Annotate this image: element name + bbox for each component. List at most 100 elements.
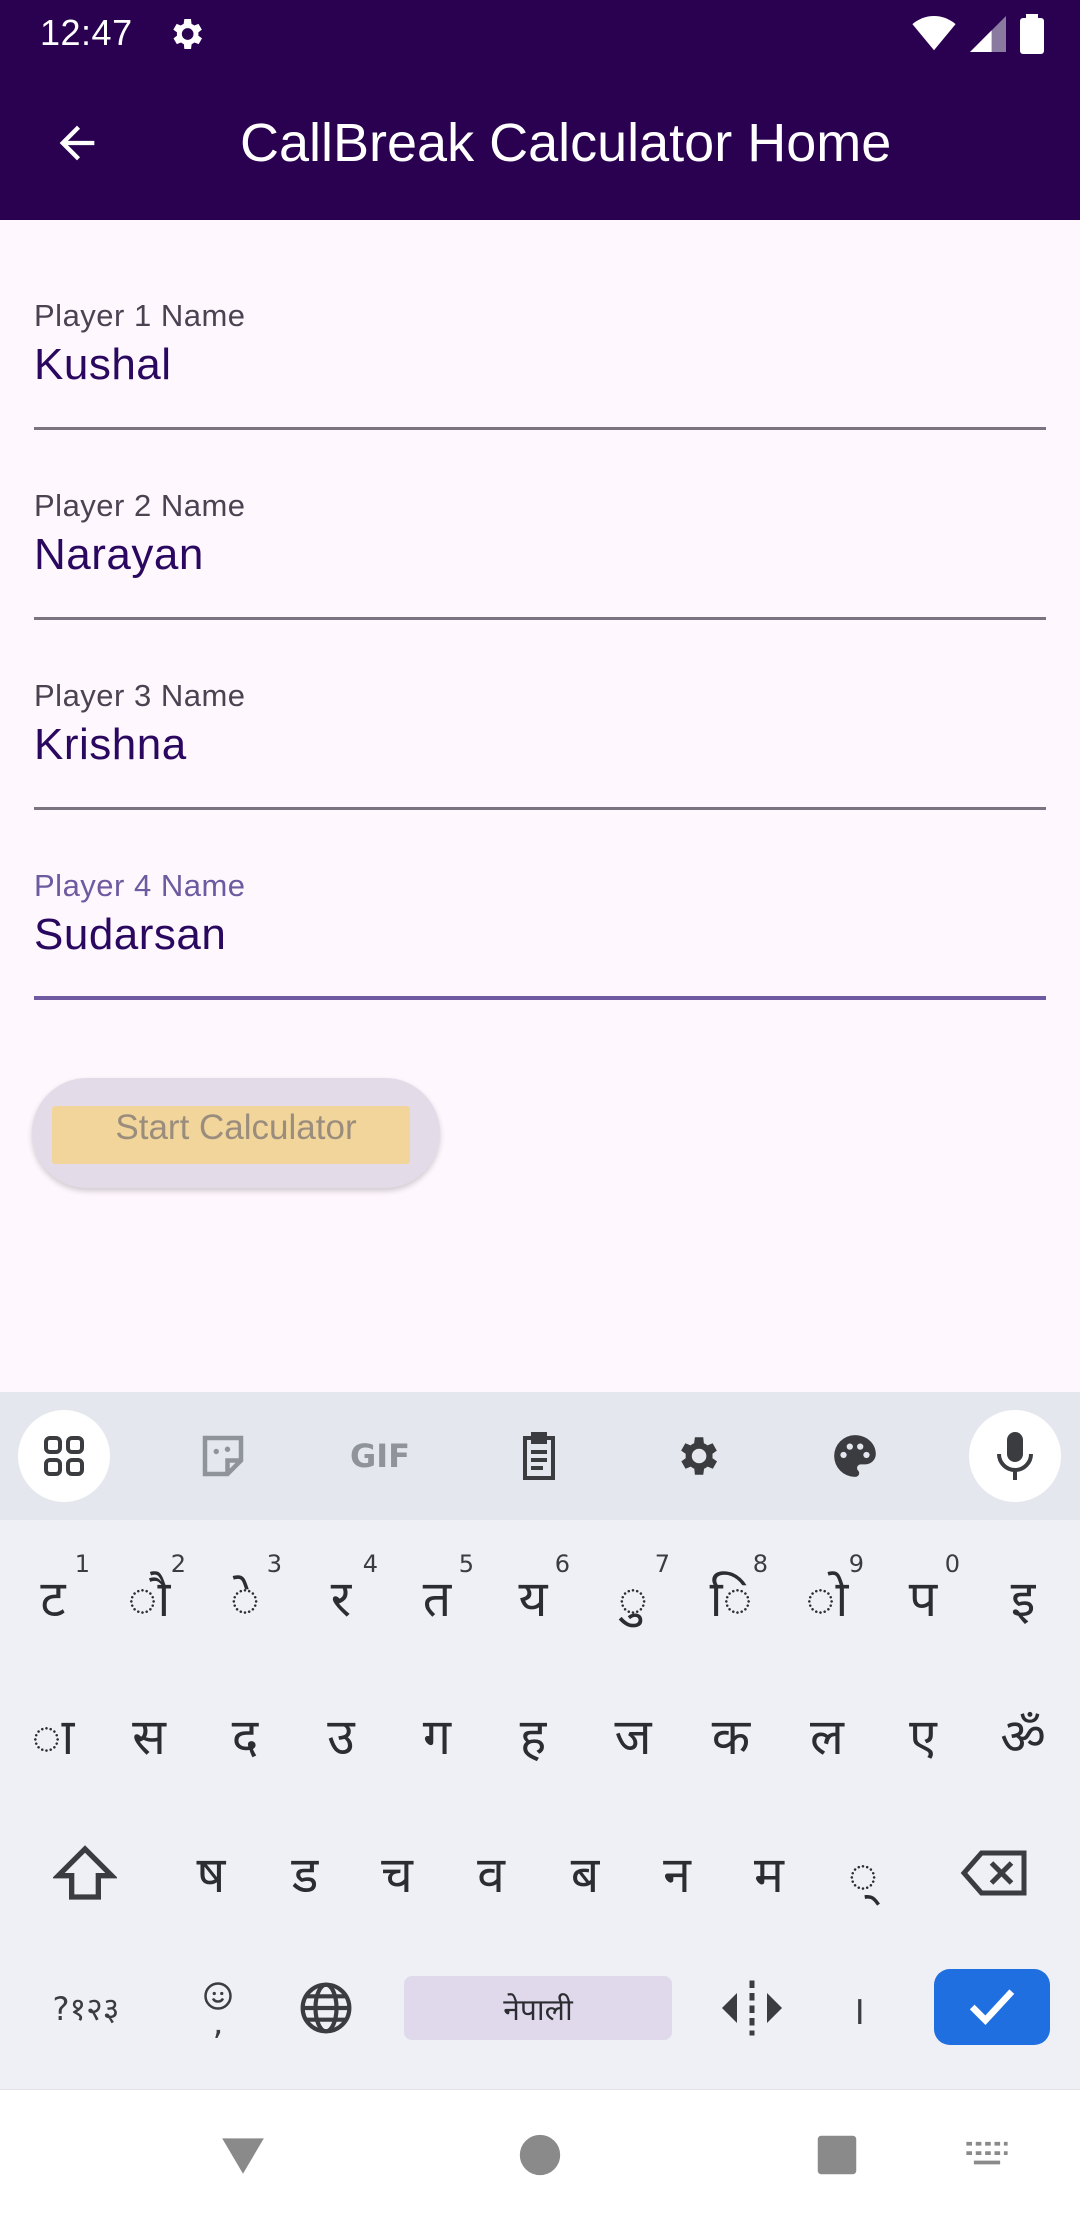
key-hint: 1 (74, 1550, 90, 1578)
key-row1-7[interactable]: ु 7 (588, 1542, 678, 1652)
key-row2-6[interactable]: ह (488, 1680, 578, 1790)
key-row1-6[interactable]: य6 (488, 1542, 578, 1652)
key-hint: 4 (362, 1550, 378, 1578)
player-1-name-field[interactable]: Player 1 Name Kushal (34, 270, 1046, 430)
nav-recents-button[interactable] (792, 2110, 882, 2200)
key-row2-2[interactable]: स (104, 1680, 194, 1790)
key-row3-8[interactable]: ् (818, 1818, 908, 1928)
symbols-key[interactable]: ?१२३ (36, 1976, 136, 2040)
key-row2-4[interactable]: उ (296, 1680, 386, 1790)
field-label: Player 2 Name (34, 488, 246, 523)
key-row1-4[interactable]: र4 (296, 1542, 386, 1652)
clipboard-button[interactable] (493, 1410, 585, 1502)
key-char: प (908, 1570, 938, 1628)
space-key[interactable]: नेपाली (404, 1976, 672, 2040)
cursor-control-key[interactable] (712, 1968, 792, 2048)
field-label: Player 3 Name (34, 678, 246, 713)
theme-button[interactable] (809, 1410, 901, 1502)
key-row1-10[interactable]: प0 (878, 1542, 968, 1652)
gif-button[interactable]: GIF (334, 1410, 426, 1502)
field-value[interactable]: Krishna (34, 720, 187, 770)
key-hint: 6 (554, 1550, 570, 1578)
key-char: ो (805, 1570, 849, 1628)
key-row3-7[interactable]: म (724, 1818, 814, 1928)
key-row2-10[interactable]: ए (878, 1680, 968, 1790)
nav-home-button[interactable] (495, 2110, 585, 2200)
keyboard-switch-button[interactable] (942, 2110, 1032, 2200)
apps-grid-button[interactable] (18, 1410, 110, 1502)
app-bar: CallBreak Calculator Home (0, 66, 1080, 220)
language-key[interactable] (286, 1968, 366, 2048)
checkmark-icon (969, 1989, 1015, 2025)
square-recents-icon (817, 2135, 857, 2175)
emoji-comma-key[interactable]: , (178, 1968, 258, 2048)
key-row3-6[interactable]: न (632, 1818, 722, 1928)
triangle-back-icon (222, 2138, 264, 2174)
enter-key[interactable] (934, 1969, 1050, 2045)
keyboard-settings-button[interactable] (651, 1410, 743, 1502)
field-label: Player 1 Name (34, 298, 246, 333)
key-char: ौ (127, 1570, 171, 1628)
field-value[interactable]: Narayan (34, 530, 204, 580)
key-hint: 3 (266, 1550, 282, 1578)
key-row3-4[interactable]: व (446, 1818, 536, 1928)
key-row2-5[interactable]: ग (392, 1680, 482, 1790)
nav-back-button[interactable] (198, 2110, 288, 2200)
key-char: य (518, 1570, 548, 1628)
key-row2-11[interactable]: ॐ (978, 1680, 1068, 1790)
start-calculator-label: Start Calculator (115, 1108, 357, 1147)
player-2-name-field[interactable]: Player 2 Name Narayan (34, 460, 1046, 620)
key-row1-8[interactable]: ि 8 (686, 1542, 776, 1652)
key-hint: 0 (944, 1550, 960, 1578)
microphone-icon (997, 1432, 1033, 1480)
voice-input-button[interactable] (969, 1410, 1061, 1502)
key-row1-1[interactable]: ट1 (8, 1542, 98, 1652)
comma-char: , (212, 2003, 224, 2043)
key-hint: 2 (170, 1550, 186, 1578)
key-row1-2[interactable]: ौ 2 (104, 1542, 194, 1652)
key-row2-7[interactable]: ज (588, 1680, 678, 1790)
player-4-name-field[interactable]: Player 4 Name Sudarsan (34, 840, 1046, 1000)
player-3-name-field[interactable]: Player 3 Name Krishna (34, 650, 1046, 810)
key-row3-2[interactable]: ड (260, 1818, 350, 1928)
back-button[interactable] (40, 106, 114, 180)
start-calculator-button[interactable]: Start Calculator (32, 1078, 440, 1188)
key-row1-11[interactable]: इ (978, 1542, 1068, 1652)
globe-icon (300, 1982, 352, 2034)
status-bar: 12:47 (0, 0, 1080, 66)
status-icons (912, 14, 1044, 54)
key-hint: 5 (458, 1550, 474, 1578)
grid-icon (44, 1436, 84, 1476)
key-row3-3[interactable]: च (352, 1818, 442, 1928)
key-row1-3[interactable]: े 3 (200, 1542, 290, 1652)
key-row2-3[interactable]: द (200, 1680, 290, 1790)
danda-key[interactable]: । (818, 1968, 898, 2048)
key-row1-9[interactable]: ो 9 (782, 1542, 872, 1652)
page-title: CallBreak Calculator Home (240, 113, 892, 173)
shift-icon (53, 1845, 117, 1900)
key-char: इ (1010, 1570, 1036, 1628)
key-char: त (422, 1570, 452, 1628)
arrow-left-icon (59, 125, 95, 161)
circle-home-icon (519, 2134, 561, 2176)
key-row2-1[interactable]: ा (8, 1680, 98, 1790)
key-row1-5[interactable]: त5 (392, 1542, 482, 1652)
keyboard-icon (966, 2141, 1008, 2165)
key-row3-1[interactable]: ष (166, 1818, 256, 1928)
signal-icon (970, 16, 1006, 52)
key-row2-9[interactable]: ल (782, 1680, 872, 1790)
status-time: 12:47 (40, 12, 133, 53)
key-char: े (230, 1570, 260, 1628)
key-row2-8[interactable]: क (686, 1680, 776, 1790)
field-value[interactable]: Sudarsan (34, 910, 226, 960)
shift-key[interactable] (40, 1818, 130, 1928)
cursor-arrows-icon (722, 1980, 782, 2036)
backspace-icon (960, 1850, 1027, 1896)
backspace-key[interactable] (944, 1818, 1044, 1928)
keyboard-toolbar: GIF (0, 1392, 1080, 1520)
soft-keyboard: GIF ट1 ौ 2 े 3 र4 त5 य6 ु 7 ि 8 ो 9 प0 इ ा स … (0, 1392, 1080, 2089)
sticker-button[interactable] (177, 1410, 269, 1502)
key-row3-5[interactable]: ब (540, 1818, 630, 1928)
field-value[interactable]: Kushal (34, 340, 172, 390)
settings-status-icon (166, 14, 206, 54)
